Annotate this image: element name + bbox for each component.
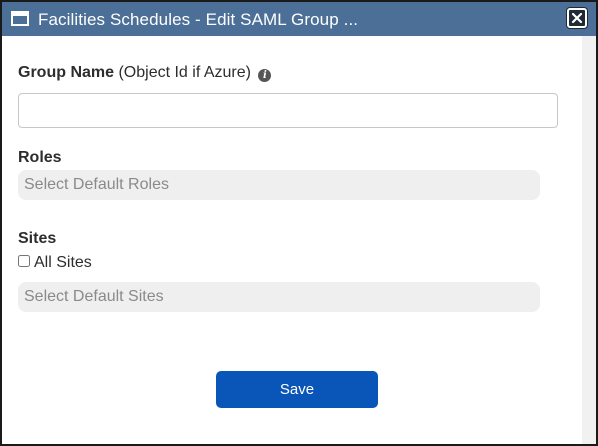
group-name-input[interactable]: [18, 93, 558, 128]
scrollbar-track[interactable]: [582, 36, 596, 444]
dialog-content: Group Name (Object Id if Azure) i Roles …: [2, 36, 582, 444]
info-icon[interactable]: i: [258, 69, 272, 82]
all-sites-option[interactable]: All Sites: [18, 254, 92, 272]
roles-select[interactable]: Select Default Roles: [18, 170, 540, 200]
all-sites-checkbox[interactable]: [18, 255, 30, 267]
roles-label: Roles: [18, 149, 62, 166]
dialog-title: Facilities Schedules - Edit SAML Group .…: [38, 10, 359, 29]
dialog-titlebar[interactable]: Facilities Schedules - Edit SAML Group .…: [2, 2, 596, 36]
all-sites-label: All Sites: [34, 254, 92, 271]
sites-select-placeholder: Select Default Sites: [24, 288, 164, 305]
sites-select[interactable]: Select Default Sites: [18, 282, 540, 312]
sites-label: Sites: [18, 230, 57, 247]
window-icon: [11, 11, 29, 26]
group-name-label: Group Name (Object Id if Azure) i: [18, 64, 272, 82]
close-icon: [572, 13, 582, 23]
roles-select-placeholder: Select Default Roles: [24, 176, 169, 193]
group-name-label-text: Group Name: [18, 64, 115, 81]
save-button[interactable]: Save: [216, 371, 378, 408]
edit-saml-group-dialog: Facilities Schedules - Edit SAML Group .…: [0, 0, 598, 446]
group-name-hint: (Object Id if Azure): [118, 64, 251, 81]
close-button[interactable]: [567, 8, 587, 28]
